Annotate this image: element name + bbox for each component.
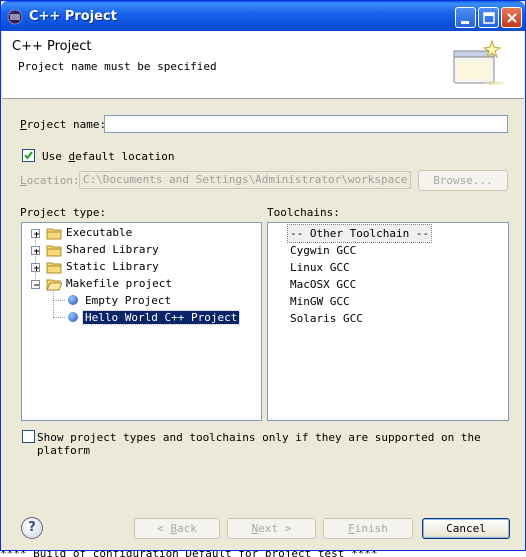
toolchain-item[interactable]: -- Other Toolchain --	[286, 224, 433, 243]
project-name-input[interactable]	[104, 115, 508, 133]
wizard-header: C++ Project Project name must be specifi…	[2, 31, 524, 99]
toolchain-item[interactable]: MinGW GCC	[290, 293, 350, 310]
toolchain-item[interactable]: Linux GCC	[290, 259, 350, 276]
expand-executable-icon[interactable]	[31, 229, 40, 238]
project-type-tree[interactable]: Executable Shared Library Static Library…	[21, 222, 262, 421]
cancel-button[interactable]: Cancel	[422, 518, 510, 539]
tree-item-makefile-project[interactable]: Makefile project	[66, 275, 172, 292]
wizard-banner-icon	[453, 39, 504, 85]
location-input[interactable]: C:\Documents and Settings\Administrator\…	[79, 171, 411, 189]
expand-static-library-icon[interactable]	[31, 263, 40, 272]
use-default-location-label: Use default location	[42, 150, 175, 163]
collapse-makefile-project-icon[interactable]	[31, 280, 40, 289]
toolchain-item[interactable]: Solaris GCC	[290, 310, 363, 327]
folder-icon	[46, 245, 62, 257]
project-template-icon	[68, 295, 78, 305]
project-name-label: Project name:	[20, 118, 107, 131]
tree-item-hello-world-cpp-project[interactable]: Hello World C++ Project	[81, 309, 241, 326]
minimize-button[interactable]	[455, 7, 476, 28]
close-button[interactable]	[501, 7, 522, 28]
tree-item-shared-library[interactable]: Shared Library	[66, 241, 159, 258]
toolchains-label: Toolchains:	[267, 206, 340, 219]
tree-item-empty-project[interactable]: Empty Project	[85, 292, 171, 309]
eclipse-icon	[7, 9, 23, 25]
page-title: C++ Project	[12, 39, 92, 54]
dialog-window: C++ Project C++ Project Project name mus…	[0, 0, 526, 551]
title-bar[interactable]: C++ Project	[1, 1, 525, 31]
folder-icon	[46, 262, 62, 274]
browse-button[interactable]: Browse...	[418, 170, 508, 191]
toolchain-item[interactable]: MacOSX GCC	[290, 276, 356, 293]
project-template-icon	[68, 312, 78, 322]
help-button[interactable]: ?	[21, 517, 43, 539]
back-button[interactable]: < Back	[134, 518, 220, 539]
next-button[interactable]: Next >	[227, 518, 316, 539]
toolchain-item[interactable]: Cygwin GCC	[290, 242, 356, 259]
project-type-label: Project type:	[20, 206, 107, 219]
window-title: C++ Project	[29, 9, 117, 24]
background-console-text: **** Build of configuration Default for …	[0, 551, 526, 557]
toolchains-list[interactable]: -- Other Toolchain -- Cygwin GCC Linux G…	[267, 222, 509, 421]
tree-item-executable[interactable]: Executable	[66, 224, 132, 241]
location-label: Location:	[20, 174, 80, 187]
folder-icon	[46, 228, 62, 240]
expand-shared-library-icon[interactable]	[31, 246, 40, 255]
maximize-button[interactable]	[478, 7, 499, 28]
show-supported-only-checkbox[interactable]	[22, 430, 35, 443]
tree-item-static-library[interactable]: Static Library	[66, 258, 159, 275]
open-folder-icon	[46, 279, 62, 291]
use-default-location-checkbox[interactable]	[22, 149, 35, 162]
show-supported-only-label: Show project types and toolchains only i…	[37, 431, 481, 457]
finish-button[interactable]: Finish	[323, 518, 413, 539]
error-message: Project name must be specified	[18, 60, 217, 73]
